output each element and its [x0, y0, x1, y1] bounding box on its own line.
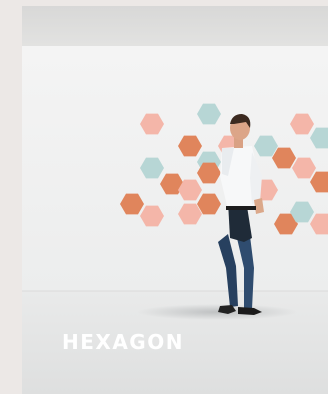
person-shadow [137, 304, 297, 320]
tile-title: HEXAGON [62, 330, 184, 354]
wall [22, 46, 328, 291]
ceiling [22, 6, 328, 46]
hexagon-product-tile[interactable]: HEXAGON [22, 6, 328, 394]
